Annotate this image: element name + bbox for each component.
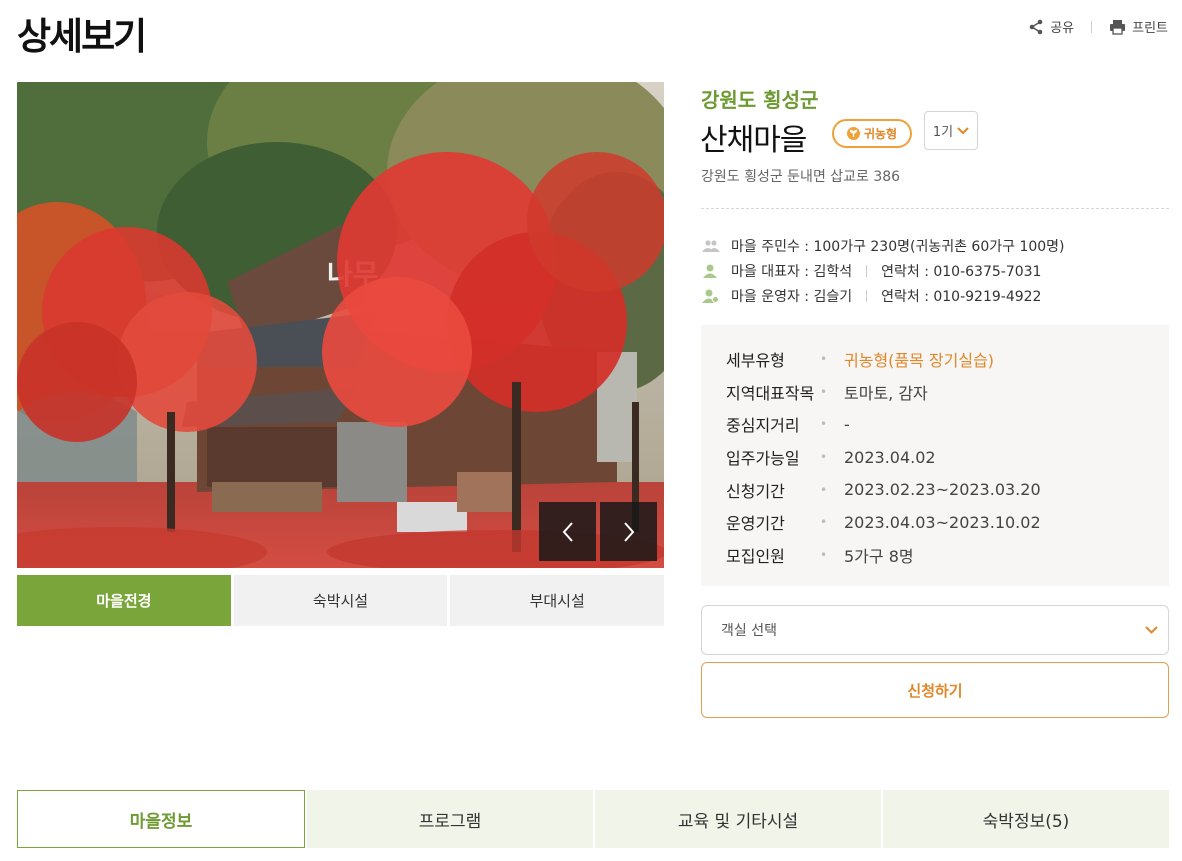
operator-row: 마을 운영자 : 김슬기 연락처 : 010-9219-4922 bbox=[702, 283, 1065, 308]
person-icon bbox=[702, 264, 722, 278]
bullet: • bbox=[820, 547, 828, 562]
detail-row: 신청기간 • 2023.02.23~2023.03.20 bbox=[726, 473, 1169, 506]
detail-value: 2023.04.02 bbox=[844, 447, 936, 467]
bullet: • bbox=[820, 384, 828, 399]
detail-row: 세부유형 • 귀농형(품목 장기실습) bbox=[726, 343, 1169, 376]
detail-key: 신청기간 bbox=[726, 481, 785, 501]
detail-value: 2023.04.03~2023.10.02 bbox=[844, 512, 1041, 532]
region: 강원도 횡성군 bbox=[701, 88, 819, 112]
bullet: • bbox=[820, 515, 828, 530]
print-label: 프린트 bbox=[1132, 21, 1168, 36]
share-icon bbox=[1029, 19, 1043, 34]
detail-value: 귀농형(품목 장기실습) bbox=[844, 351, 995, 371]
detail-row: 중심지거리 • - bbox=[726, 408, 1169, 441]
village-name: 산채마을 bbox=[700, 123, 807, 158]
detail-box: 세부유형 • 귀농형(품목 장기실습) 지역대표작목 • 토마토, 감자 중심지… bbox=[701, 325, 1169, 586]
printer-icon bbox=[1110, 19, 1126, 35]
detail-key: 중심지거리 bbox=[726, 416, 800, 436]
type-badge-label: 귀농형 bbox=[863, 127, 898, 141]
bullet: • bbox=[820, 352, 828, 367]
representative-contact: 연락처 : 010-6375-7031 bbox=[881, 263, 1042, 280]
representative-row: 마을 대표자 : 김학석 연락처 : 010-6375-7031 bbox=[702, 258, 1065, 283]
bullet: • bbox=[820, 482, 828, 497]
tab-lodging-info[interactable]: 숙박정보(5) bbox=[883, 790, 1169, 848]
representative-text: 마을 대표자 : 김학석 bbox=[731, 263, 853, 280]
detail-key: 운영기간 bbox=[726, 514, 785, 534]
address: 강원도 횡성군 둔내면 삽교로 386 bbox=[701, 169, 901, 185]
detail-row: 지역대표작목 • 토마토, 감자 bbox=[726, 376, 1169, 409]
tab-facilities[interactable]: 부대시설 bbox=[450, 575, 665, 626]
bullet: • bbox=[820, 417, 828, 432]
people-icon bbox=[702, 239, 722, 252]
operator-text: 마을 운영자 : 김슬기 bbox=[731, 288, 853, 305]
person-gear-icon bbox=[702, 289, 722, 303]
generation-select[interactable]: 1기 bbox=[924, 111, 978, 150]
photo-tabs: 마을전경 숙박시설 부대시설 bbox=[17, 575, 665, 626]
tab-lodging[interactable]: 숙박시설 bbox=[233, 575, 448, 626]
detail-key: 모집인원 bbox=[726, 546, 785, 566]
divider bbox=[701, 208, 1169, 209]
row-divider bbox=[866, 264, 868, 277]
apply-button[interactable]: 신청하기 bbox=[701, 662, 1169, 718]
section-tabs: 마을정보 프로그램 교육 및 기타시설 숙박정보(5) bbox=[17, 790, 1169, 848]
detail-value: - bbox=[844, 414, 850, 434]
chevron-right-icon bbox=[623, 521, 634, 542]
page-title: 상세보기 bbox=[17, 15, 147, 58]
detail-row: 운영기간 • 2023.04.03~2023.10.02 bbox=[726, 506, 1169, 539]
detail-value: 토마토, 감자 bbox=[844, 383, 928, 403]
photo-next-button[interactable] bbox=[600, 502, 657, 561]
tab-village-info[interactable]: 마을정보 bbox=[17, 790, 305, 848]
generation-value: 1기 bbox=[932, 125, 954, 140]
residents-row: 마을 주민수 : 100가구 230명(귀농귀촌 60가구 100명) bbox=[702, 233, 1065, 258]
detail-row: 모집인원 • 5가구 8명 bbox=[726, 539, 1169, 572]
village-photo: 나무 bbox=[17, 82, 664, 568]
detail-key: 입주가능일 bbox=[726, 449, 800, 469]
residents-text: 마을 주민수 : 100가구 230명(귀농귀촌 60가구 100명) bbox=[731, 238, 1065, 255]
room-select[interactable]: 객실 선택 bbox=[701, 605, 1169, 655]
operator-contact: 연락처 : 010-9219-4922 bbox=[881, 288, 1042, 305]
share-label: 공유 bbox=[1050, 21, 1075, 36]
tab-program[interactable]: 프로그램 bbox=[307, 790, 593, 848]
detail-row: 입주가능일 • 2023.04.02 bbox=[726, 441, 1169, 474]
type-badge: 귀농형 bbox=[832, 119, 912, 148]
share-button[interactable]: 공유 bbox=[1028, 17, 1074, 36]
tab-education[interactable]: 교육 및 기타시설 bbox=[595, 790, 881, 848]
contact-info: 마을 주민수 : 100가구 230명(귀농귀촌 60가구 100명) 마을 대… bbox=[702, 233, 1065, 308]
tab-village-view[interactable]: 마을전경 bbox=[17, 575, 231, 626]
detail-key: 세부유형 bbox=[726, 351, 785, 371]
action-divider bbox=[1091, 20, 1093, 33]
detail-value: 2023.02.23~2023.03.20 bbox=[844, 480, 1041, 500]
print-button[interactable]: 프린트 bbox=[1109, 17, 1168, 36]
chevron-down-icon bbox=[1145, 626, 1158, 634]
sprout-icon bbox=[846, 127, 860, 140]
bullet: • bbox=[820, 450, 828, 465]
detail-key: 지역대표작목 bbox=[726, 383, 815, 403]
photo-prev-button[interactable] bbox=[539, 502, 596, 561]
room-select-placeholder: 객실 선택 bbox=[721, 623, 777, 639]
top-actions: 공유 프린트 bbox=[1028, 17, 1168, 36]
detail-value: 5가구 8명 bbox=[844, 546, 914, 566]
chevron-left-icon bbox=[562, 521, 573, 542]
row-divider bbox=[866, 289, 868, 302]
chevron-down-icon bbox=[957, 126, 969, 134]
